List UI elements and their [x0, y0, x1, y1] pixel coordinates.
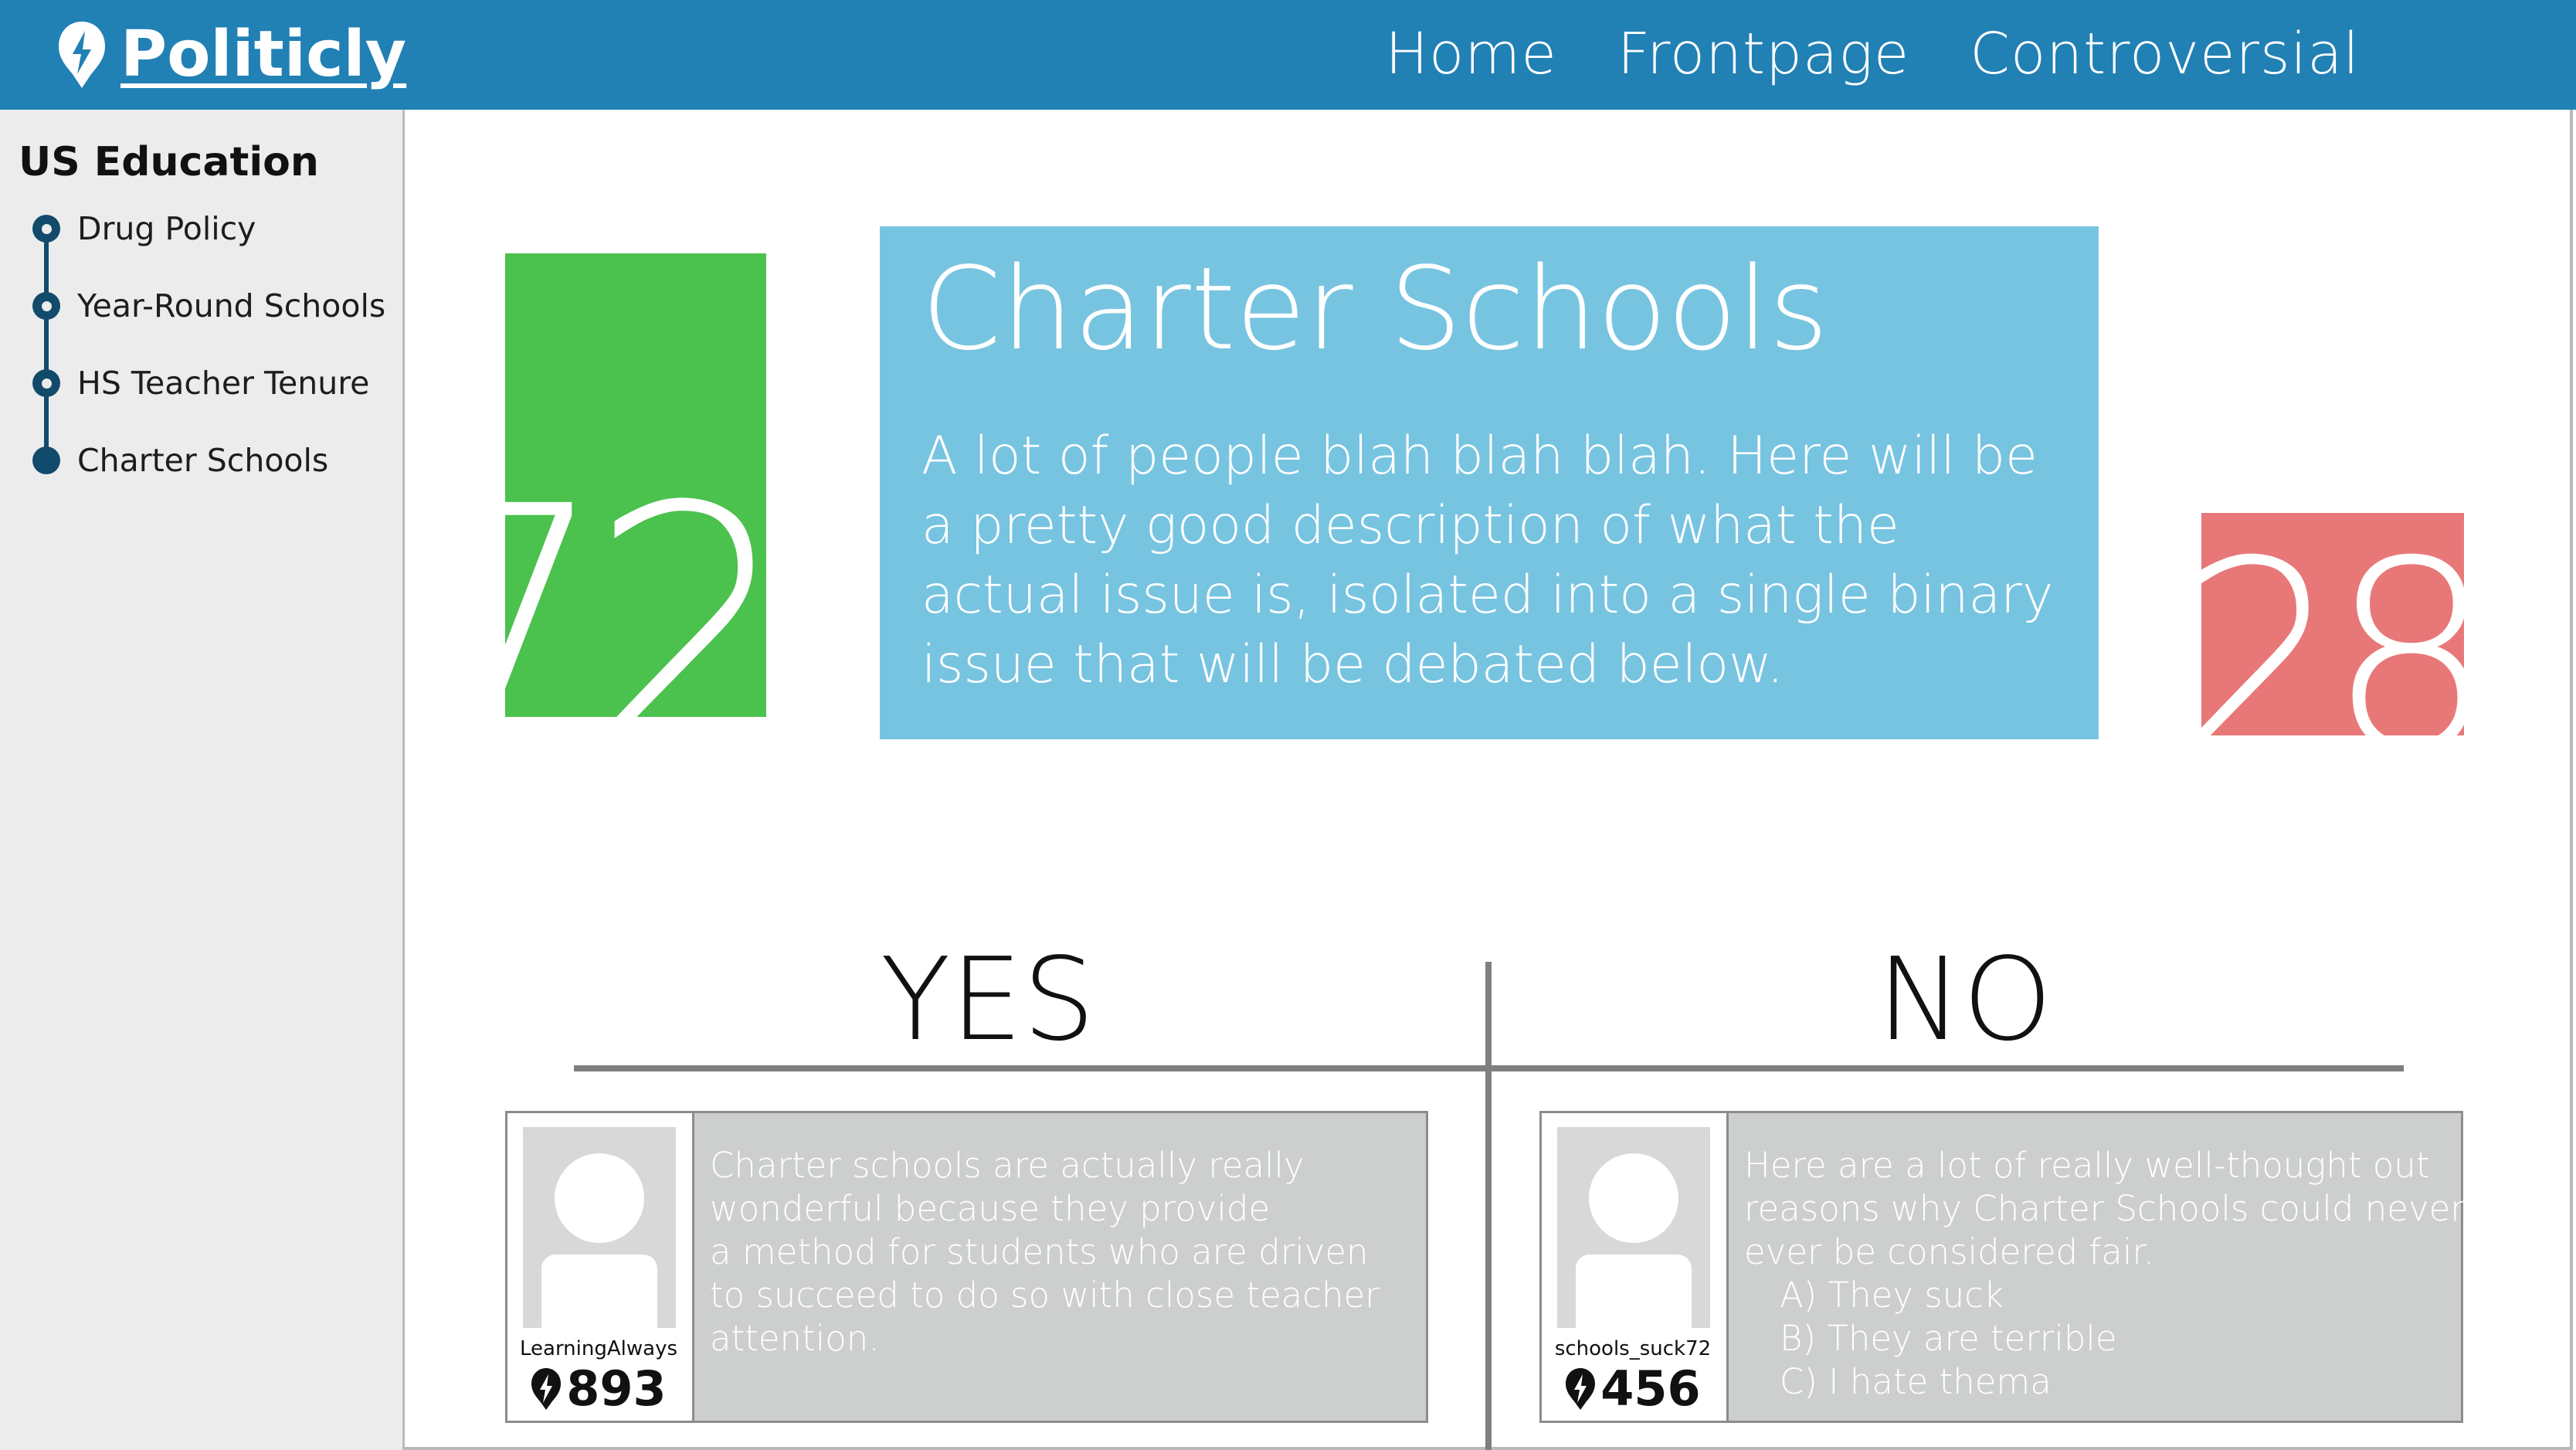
- sidebar-item-year-round-schools[interactable]: Year-Round Schools: [32, 283, 385, 329]
- nav-frontpage[interactable]: Frontpage: [1617, 17, 1909, 91]
- argument-line: ever be considered fair.: [1744, 1231, 2155, 1272]
- yes-argument-card[interactable]: LearningAlways 893 Charter schools are a…: [505, 1111, 1428, 1423]
- argument-author[interactable]: LearningAlways 893: [507, 1113, 694, 1421]
- debate-vertical-divider: [1485, 962, 1492, 1450]
- nav-home[interactable]: Home: [1385, 17, 1557, 91]
- yes-heading: YES: [881, 933, 1095, 1066]
- main-nav: Home Frontpage Controversial: [1385, 17, 2360, 91]
- author-username[interactable]: schools_suck72: [1542, 1337, 1724, 1360]
- sidebar-item-hs-teacher-tenure[interactable]: HS Teacher Tenure: [32, 360, 369, 406]
- author-score-value: 893: [566, 1360, 667, 1417]
- timeline-line: [44, 227, 49, 459]
- bolt-icon: [531, 1368, 562, 1410]
- issue-card: Charter Schools A lot of people blah bla…: [880, 226, 2099, 739]
- argument-list-item: C) I hate thema: [1780, 1361, 2052, 1402]
- issue-description: A lot of people blah blah blah. Here wil…: [921, 425, 2054, 695]
- sidebar-item-label: Charter Schools: [77, 442, 329, 479]
- yes-vote-number: 72: [505, 438, 766, 736]
- author-score: 893: [507, 1362, 690, 1416]
- argument-list-item: A) They suck: [1780, 1275, 2004, 1316]
- argument-line: wonderful because they provide: [710, 1188, 1271, 1229]
- avatar[interactable]: [1557, 1127, 1710, 1328]
- sidebar-item-drug-policy[interactable]: Drug Policy: [32, 205, 256, 252]
- no-argument-card[interactable]: schools_suck72 456 Here are a lot of rea…: [1539, 1111, 2465, 1423]
- sidebar-item-label: Year-Round Schools: [77, 287, 386, 324]
- brand-name: Politicly: [120, 18, 407, 91]
- timeline-dot-active-icon: [32, 447, 60, 474]
- argument-line: attention.: [710, 1318, 880, 1359]
- argument-line: a method for students who are driven: [710, 1231, 1369, 1272]
- avatar[interactable]: [523, 1127, 676, 1328]
- brand-logo-link[interactable]: Politicly: [57, 11, 406, 99]
- author-score: 456: [1542, 1362, 1724, 1416]
- argument-author[interactable]: schools_suck72 456: [1542, 1113, 1729, 1421]
- issue-title: Charter Schools: [921, 243, 1829, 375]
- sidebar-item-label: Drug Policy: [77, 210, 256, 247]
- argument-line: reasons why Charter Schools could never: [1744, 1188, 2465, 1229]
- author-score-value: 456: [1600, 1360, 1701, 1417]
- nav-controversial[interactable]: Controversial: [1970, 17, 2360, 91]
- argument-text: Here are a lot of really well-thought ou…: [1744, 1144, 2465, 1404]
- argument-text: Charter schools are actually really wond…: [710, 1144, 1403, 1360]
- no-vote-percentage[interactable]: 28: [2201, 513, 2464, 735]
- timeline-dot-icon: [32, 215, 60, 243]
- sidebar-item-charter-schools[interactable]: Charter Schools: [32, 437, 328, 484]
- top-header: Politicly Home Frontpage Controversial: [0, 0, 2576, 110]
- yes-vote-percentage[interactable]: 72: [505, 253, 766, 735]
- timeline-dot-icon: [32, 369, 60, 397]
- argument-line: to succeed to do so with close teacher: [710, 1275, 1380, 1316]
- bolt-icon: [1566, 1368, 1596, 1410]
- argument-line: Here are a lot of really well-thought ou…: [1744, 1145, 2430, 1186]
- timeline-dot-icon: [32, 292, 60, 320]
- argument-line: Charter schools are actually really: [710, 1145, 1305, 1186]
- argument-list-item: B) They are terrible: [1780, 1318, 2117, 1359]
- topic-sidebar: US Education Drug Policy Year-Round Scho…: [0, 110, 405, 1450]
- no-vote-number: 28: [2201, 513, 2464, 735]
- no-heading: NO: [1877, 933, 2053, 1066]
- sidebar-item-label: HS Teacher Tenure: [77, 365, 370, 402]
- author-username[interactable]: LearningAlways: [507, 1337, 690, 1360]
- sidebar-title: US Education: [19, 139, 319, 185]
- bolt-logo-icon: [59, 22, 105, 88]
